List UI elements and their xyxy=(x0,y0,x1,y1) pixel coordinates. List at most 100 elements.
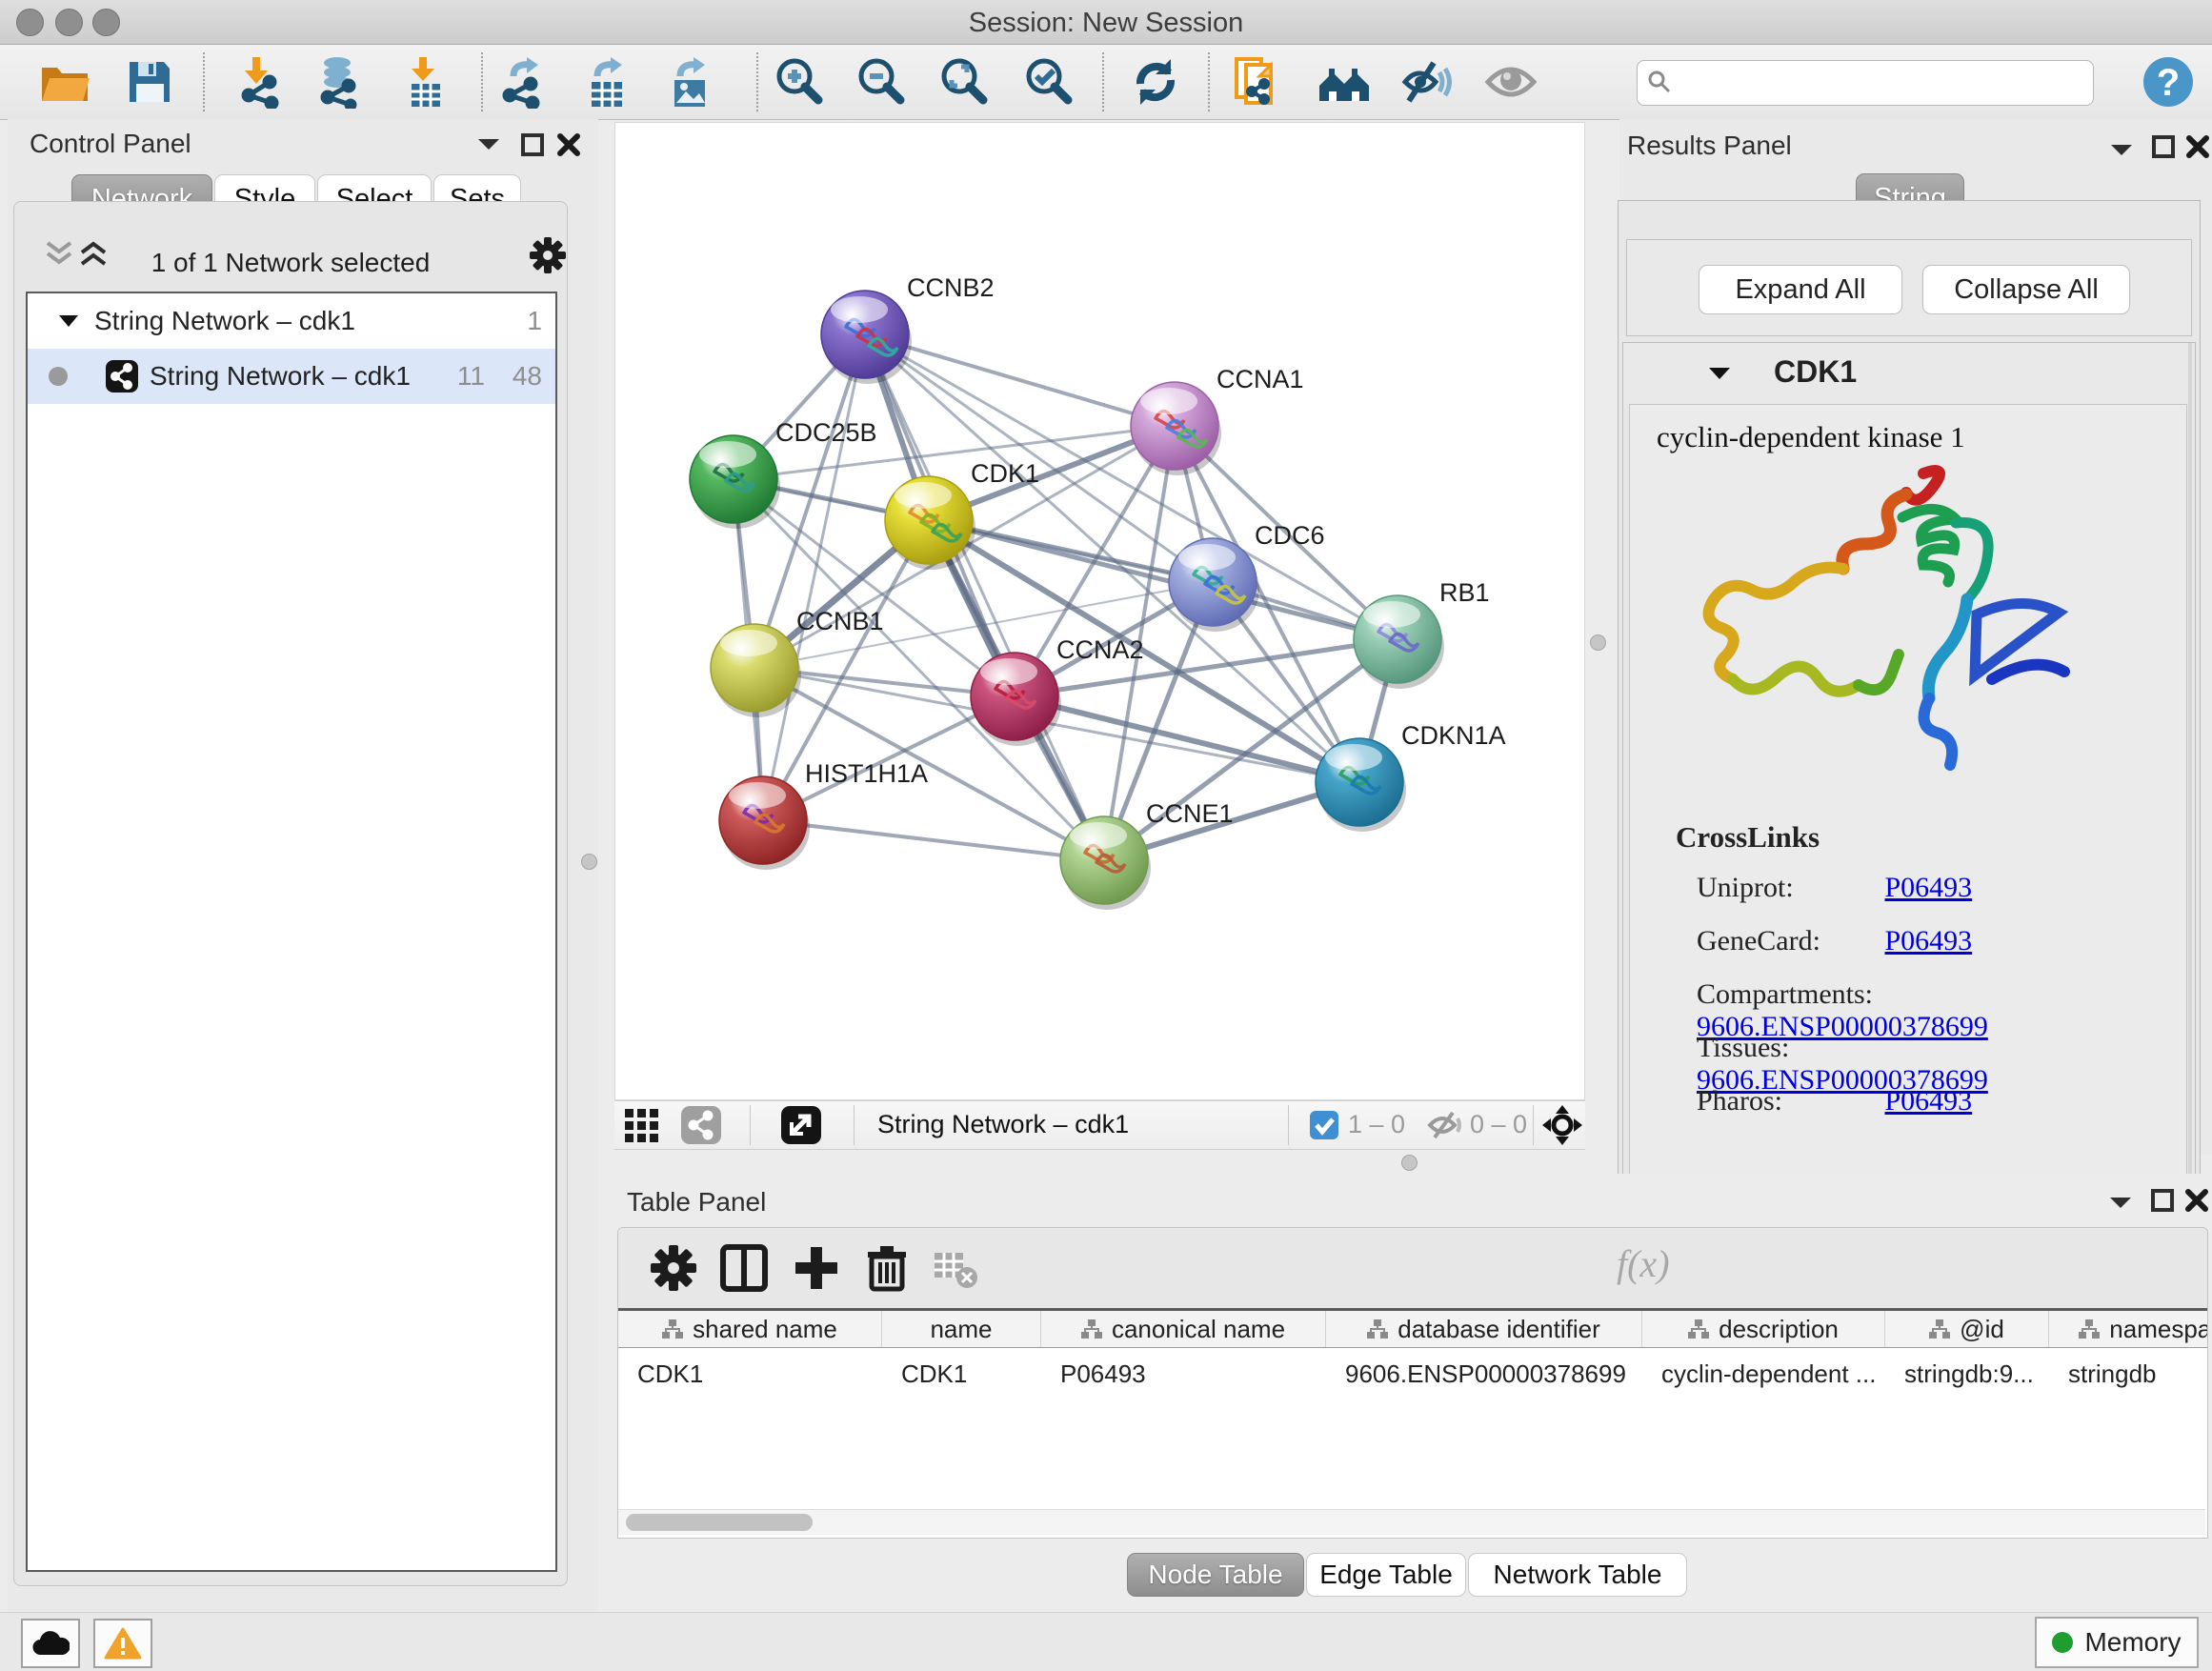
show-columns-icon[interactable] xyxy=(719,1243,769,1293)
gear-icon[interactable] xyxy=(529,236,567,274)
search-icon xyxy=(1647,70,1672,94)
zoom-in-icon[interactable] xyxy=(774,55,827,109)
table-cell[interactable]: stringdb xyxy=(2049,1352,2208,1396)
search-box[interactable] xyxy=(1637,60,2094,106)
scrollbar-thumb[interactable] xyxy=(626,1514,813,1531)
node-label-HIST1H1A: HIST1H1A xyxy=(805,759,928,788)
collapse-all-button[interactable]: Collapse All xyxy=(1922,265,2130,314)
results-panel-title: Results Panel xyxy=(1627,131,1792,161)
table-settings-gear-icon[interactable] xyxy=(649,1243,698,1293)
network-tree-item[interactable]: String Network – cdk1 11 48 xyxy=(28,349,555,404)
zoom-selected-icon[interactable] xyxy=(1023,55,1076,109)
maximize-panel-icon[interactable] xyxy=(2150,1188,2175,1213)
cloud-button[interactable] xyxy=(21,1619,80,1668)
tab-network-table[interactable]: Network Table xyxy=(1468,1553,1687,1597)
memory-button[interactable]: Memory xyxy=(2035,1617,2199,1668)
panel-menu-icon[interactable] xyxy=(2106,1191,2135,1214)
birdseye-navigator-icon[interactable] xyxy=(1541,1104,1583,1146)
maximize-panel-icon[interactable] xyxy=(2151,134,2176,159)
table-horizontal-scrollbar[interactable] xyxy=(618,1509,2205,1535)
help-icon[interactable]: ? xyxy=(2142,55,2195,109)
hide-panel-eye-slash-icon[interactable] xyxy=(1399,55,1453,109)
column-header-namespace[interactable]: namespace xyxy=(2049,1311,2208,1347)
search-input[interactable] xyxy=(1679,63,2083,101)
save-session-icon[interactable] xyxy=(123,55,176,109)
clear-table-icon xyxy=(931,1243,980,1293)
expand-all-button[interactable]: Expand All xyxy=(1699,265,1902,314)
network-node-CDKN1A[interactable]: CDKN1A xyxy=(1316,721,1506,832)
crosslink-link[interactable]: P06493 xyxy=(1885,872,1973,903)
toolbar-separator xyxy=(750,1105,751,1145)
maximize-panel-icon[interactable] xyxy=(520,132,545,157)
network-view-title: String Network – cdk1 xyxy=(877,1110,1129,1139)
close-panel-icon[interactable] xyxy=(2185,134,2210,159)
selected-checkbox-icon[interactable] xyxy=(1310,1111,1338,1139)
tab-edge-table[interactable]: Edge Table xyxy=(1306,1553,1466,1597)
column-header-name[interactable]: name xyxy=(882,1311,1041,1347)
results-scrollbar[interactable] xyxy=(2188,343,2192,1237)
vertical-splitter-handle[interactable] xyxy=(581,854,597,870)
delete-column-trash-icon[interactable] xyxy=(862,1243,912,1293)
horizontal-splitter-handle[interactable] xyxy=(1401,1155,1418,1171)
import-network-icon[interactable] xyxy=(231,55,285,109)
network-share-icon[interactable] xyxy=(681,1106,721,1144)
node-section-header[interactable]: CDK1 xyxy=(1623,343,2195,404)
crosslink-link[interactable]: P06493 xyxy=(1885,1085,1973,1117)
column-label: description xyxy=(1719,1315,1839,1344)
tree-expander-icon[interactable] xyxy=(56,311,81,332)
panel-menu-icon[interactable] xyxy=(2107,138,2136,161)
table-cell[interactable]: 9606.ENSP00000378699 xyxy=(1326,1352,1642,1396)
zoom-out-icon[interactable] xyxy=(855,55,909,109)
protein-structure-image xyxy=(1685,462,2104,815)
share-document-icon[interactable] xyxy=(1233,55,1286,109)
network-edge-CCNB2-HIST1H1A[interactable] xyxy=(763,334,865,820)
table-cell[interactable]: CDK1 xyxy=(882,1352,1041,1396)
open-session-icon[interactable] xyxy=(38,55,91,109)
network-edge-CCNA1-CCNB2[interactable] xyxy=(865,334,1175,426)
column-header-canonical-name[interactable]: canonical name xyxy=(1041,1311,1326,1347)
zoom-fit-icon[interactable] xyxy=(938,55,992,109)
network-node-CCNE1[interactable]: CCNE1 xyxy=(1060,799,1234,910)
network-edge-CCNE1-HIST1H1A[interactable] xyxy=(763,820,1104,860)
import-network-from-database-icon[interactable] xyxy=(311,55,364,109)
refresh-icon[interactable] xyxy=(1129,55,1182,109)
collapse-section-icon[interactable] xyxy=(1705,362,1734,385)
network-node-CCNB2[interactable]: CCNB2 xyxy=(821,273,995,384)
network-node-CCNA1[interactable]: CCNA1 xyxy=(1131,365,1304,475)
table-row[interactable]: CDK1CDK1P064939606.ENSP00000378699cyclin… xyxy=(618,1352,2207,1396)
table-cell[interactable]: CDK1 xyxy=(618,1352,882,1396)
column-header--id[interactable]: @id xyxy=(1885,1311,2049,1347)
table-panel: Table Panel xyxy=(614,1174,2212,1612)
warning-button[interactable] xyxy=(93,1619,152,1668)
tab-node-table[interactable]: Node Table xyxy=(1127,1553,1304,1597)
table-cell[interactable]: P06493 xyxy=(1041,1352,1326,1396)
table-header-row[interactable]: shared namename canonical name database … xyxy=(618,1308,2207,1348)
crosslink-link[interactable]: P06493 xyxy=(1885,925,1973,956)
svg-text:?: ? xyxy=(2157,62,2180,104)
grid-view-icon[interactable] xyxy=(624,1108,660,1142)
network-node-CDK1[interactable]: CDK1 xyxy=(885,459,1039,570)
add-column-icon[interactable] xyxy=(792,1243,841,1293)
column-header-database-identifier[interactable]: database identifier xyxy=(1326,1311,1642,1347)
open-in-new-icon[interactable] xyxy=(781,1106,821,1144)
export-image-icon[interactable] xyxy=(663,55,716,109)
network-canvas[interactable]: CCNB2CCNA1CDC25BCDK1CDC6RB1CCNB1CCNA2CDK… xyxy=(614,122,1585,1100)
table-cell[interactable]: stringdb:9... xyxy=(1885,1352,2049,1396)
home-icon[interactable] xyxy=(1317,55,1371,109)
network-node-RB1[interactable]: RB1 xyxy=(1354,578,1490,689)
export-network-icon[interactable] xyxy=(496,55,550,109)
network-node-CCNB1[interactable]: CCNB1 xyxy=(711,607,884,717)
export-table-icon[interactable] xyxy=(580,55,633,109)
vertical-splitter-handle[interactable] xyxy=(1590,634,1606,651)
hidden-eye-slash-icon xyxy=(1427,1111,1463,1139)
column-header-description[interactable]: description xyxy=(1642,1311,1885,1347)
network-tree-item[interactable]: String Network – cdk1 1 xyxy=(28,293,555,349)
close-panel-icon[interactable] xyxy=(556,132,581,157)
import-table-icon[interactable] xyxy=(398,55,452,109)
table-cell[interactable]: cyclin-dependent ... xyxy=(1642,1352,1885,1396)
column-header-shared-name[interactable]: shared name xyxy=(618,1311,882,1347)
network-node-HIST1H1A[interactable]: HIST1H1A xyxy=(719,759,928,870)
panel-menu-icon[interactable] xyxy=(474,132,503,155)
show-panel-eye-icon[interactable] xyxy=(1484,55,1538,109)
close-panel-icon[interactable] xyxy=(2184,1188,2209,1213)
